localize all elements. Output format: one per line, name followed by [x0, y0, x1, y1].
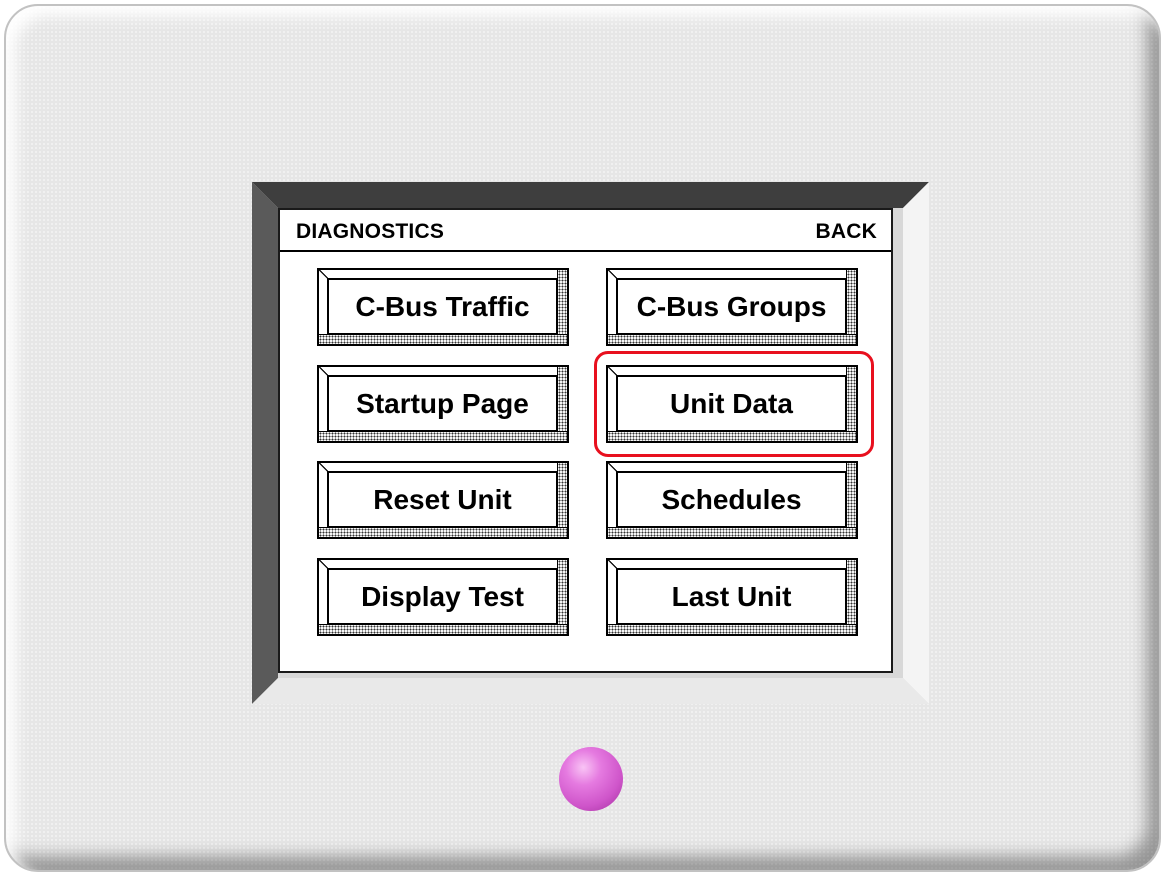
back-button[interactable]: BACK — [816, 220, 877, 244]
button-label: Startup Page — [327, 375, 558, 432]
header-divider — [280, 250, 891, 252]
unit-data-highlight — [594, 351, 874, 457]
page-title: DIAGNOSTICS — [296, 220, 445, 243]
button-label: Last Unit — [616, 568, 847, 625]
button-label: C-Bus Groups — [616, 278, 847, 335]
last-unit-button[interactable]: Last Unit — [606, 558, 858, 636]
button-label: Schedules — [616, 471, 847, 528]
display-test-button[interactable]: Display Test — [317, 558, 569, 636]
button-label: Reset Unit — [327, 471, 558, 528]
c-bus-groups-button[interactable]: C-Bus Groups — [606, 268, 858, 346]
startup-page-button[interactable]: Startup Page — [317, 365, 569, 443]
button-label: Display Test — [327, 568, 558, 625]
schedules-button[interactable]: Schedules — [606, 461, 858, 539]
reset-unit-button[interactable]: Reset Unit — [317, 461, 569, 539]
c-bus-traffic-button[interactable]: C-Bus Traffic — [317, 268, 569, 346]
button-label: C-Bus Traffic — [327, 278, 558, 335]
indicator-led — [559, 747, 623, 811]
